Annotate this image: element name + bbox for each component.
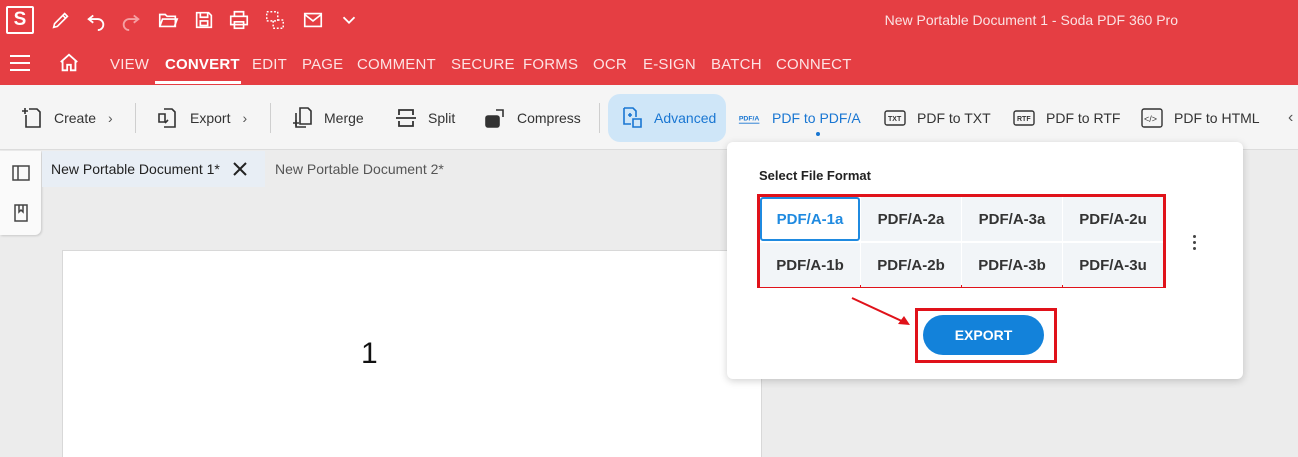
export-label: Export xyxy=(190,109,231,126)
format-option-pdfa-2a[interactable]: PDF/A-2a xyxy=(861,197,961,241)
window-title: New Portable Document 1 - Soda PDF 360 P… xyxy=(884,12,1178,28)
pdf-to-pdfa-button[interactable]: PDF/A PDF to PDF/A xyxy=(738,85,861,150)
active-menu-indicator xyxy=(155,81,241,84)
compress-label: Compress xyxy=(517,109,581,126)
email-icon[interactable] xyxy=(302,9,324,31)
menu-esign[interactable]: E-SIGN xyxy=(643,56,696,73)
export-menu-button[interactable]: Export › xyxy=(156,85,247,150)
svg-text:PDF/A: PDF/A xyxy=(739,115,760,122)
toolbar-divider xyxy=(599,103,600,133)
app-logo[interactable]: S xyxy=(6,6,34,34)
format-option-pdfa-2u[interactable]: PDF/A-2u xyxy=(1063,197,1163,241)
tab-document-1[interactable]: New Portable Document 1* xyxy=(42,151,265,187)
export-button[interactable]: EXPORT xyxy=(923,315,1044,355)
merge-button[interactable]: Merge xyxy=(290,85,364,150)
compress-icon xyxy=(485,108,504,128)
menu-comment[interactable]: COMMENT xyxy=(357,56,436,73)
rtf-file-icon: RTF xyxy=(1013,109,1035,126)
bookmark-icon[interactable] xyxy=(11,203,31,223)
chevron-down-icon[interactable] xyxy=(338,9,360,31)
menu-forms[interactable]: FORMS xyxy=(523,56,578,73)
pdf-to-html-button[interactable]: </> PDF to HTML xyxy=(1140,85,1260,150)
format-option-pdfa-3b[interactable]: PDF/A-3b xyxy=(962,243,1062,287)
split-icon xyxy=(396,108,416,127)
advanced-convert-icon xyxy=(623,106,642,128)
format-option-pdfa-1a[interactable]: PDF/A-1a xyxy=(760,197,860,241)
format-option-pdfa-2b[interactable]: PDF/A-2b xyxy=(861,243,961,287)
print-preview-icon[interactable] xyxy=(264,9,286,31)
pdf-to-txt-button[interactable]: TXT PDF to TXT xyxy=(883,85,991,150)
advanced-label: Advanced xyxy=(654,109,717,126)
document-page xyxy=(62,250,762,457)
undo-icon[interactable] xyxy=(85,9,107,31)
left-sidebar xyxy=(0,151,41,235)
save-icon[interactable] xyxy=(193,9,215,31)
redo-icon[interactable] xyxy=(120,9,142,31)
pen-icon[interactable] xyxy=(50,9,72,31)
pdf-to-html-label: PDF to HTML xyxy=(1174,109,1260,126)
menu-convert[interactable]: CONVERT xyxy=(165,56,240,73)
split-label: Split xyxy=(428,109,456,126)
home-icon[interactable] xyxy=(58,52,80,74)
export-icon xyxy=(158,107,176,128)
chevron-right-icon: › xyxy=(242,109,248,126)
html-file-icon: </> xyxy=(1141,107,1163,128)
menu-batch[interactable]: BATCH xyxy=(711,56,762,73)
panel-toggle-icon[interactable] xyxy=(11,163,31,183)
create-button[interactable]: Create › xyxy=(20,85,113,150)
format-selection-popup: Select File Format PDF/A-1a PDF/A-2a PDF… xyxy=(727,142,1243,379)
print-icon[interactable] xyxy=(228,9,250,31)
toolbar-scroll-left-icon[interactable]: ‹ xyxy=(1288,85,1293,150)
close-icon[interactable] xyxy=(231,160,249,178)
toolbar-divider xyxy=(135,103,136,133)
title-bar: S New Portable Document 1 - Soda PDF 360… xyxy=(0,0,1298,40)
pdf-to-txt-label: PDF to TXT xyxy=(917,109,991,126)
advanced-button[interactable]: Advanced xyxy=(620,85,716,150)
tab-label: New Portable Document 1* xyxy=(51,161,220,177)
format-option-pdfa-1b[interactable]: PDF/A-1b xyxy=(760,243,860,287)
compress-button[interactable]: Compress xyxy=(483,85,581,150)
menu-secure[interactable]: SECURE xyxy=(451,56,515,73)
svg-text:</>: </> xyxy=(1144,114,1157,124)
menu-ocr[interactable]: OCR xyxy=(593,56,627,73)
create-label: Create xyxy=(54,109,97,126)
merge-label: Merge xyxy=(324,109,364,126)
pdfa-file-icon: PDF/A xyxy=(739,115,760,124)
menu-bar: VIEW CONVERT EDIT PAGE COMMENT SECURE FO… xyxy=(0,40,1298,85)
menu-view[interactable]: VIEW xyxy=(110,56,149,73)
svg-text:TXT: TXT xyxy=(888,116,902,123)
pdf-to-rtf-label: PDF to RTF xyxy=(1046,109,1121,126)
active-tool-indicator xyxy=(816,132,820,136)
format-option-pdfa-3u[interactable]: PDF/A-3u xyxy=(1063,243,1163,287)
ribbon-toolbar: Create › Export › Merge Split Compress A… xyxy=(0,85,1298,150)
open-folder-icon[interactable] xyxy=(157,9,179,31)
pdf-to-pdfa-label: PDF to PDF/A xyxy=(772,109,861,126)
chevron-right-icon: › xyxy=(108,109,113,126)
split-button[interactable]: Split xyxy=(394,85,455,150)
popup-title: Select File Format xyxy=(759,168,871,183)
format-option-pdfa-3a[interactable]: PDF/A-3a xyxy=(962,197,1062,241)
more-options-icon[interactable] xyxy=(1191,235,1197,253)
menu-page[interactable]: PAGE xyxy=(302,56,343,73)
tab-document-2[interactable]: New Portable Document 2* xyxy=(275,161,444,177)
page-content-number: 1 xyxy=(361,337,378,370)
pdf-to-rtf-button[interactable]: RTF PDF to RTF xyxy=(1012,85,1120,150)
txt-file-icon: TXT xyxy=(884,109,906,126)
menu-edit[interactable]: EDIT xyxy=(252,56,287,73)
create-file-icon xyxy=(22,107,41,128)
annotation-arrow-icon xyxy=(851,297,910,325)
svg-text:RTF: RTF xyxy=(1017,116,1031,123)
toolbar-divider xyxy=(270,103,271,133)
menu-connect[interactable]: CONNECT xyxy=(776,56,852,73)
hamburger-menu-icon[interactable] xyxy=(10,55,30,71)
merge-icon xyxy=(293,106,312,128)
